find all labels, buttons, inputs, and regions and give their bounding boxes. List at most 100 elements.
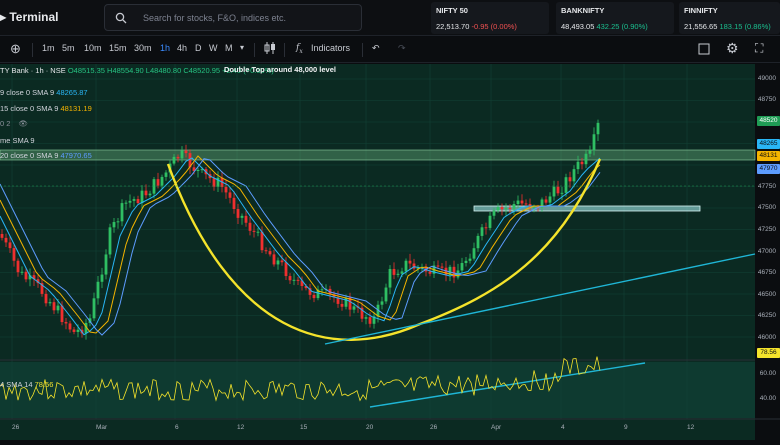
candle-body xyxy=(464,260,468,264)
time-axis-label: 12 xyxy=(687,424,695,431)
candle-body xyxy=(176,156,180,159)
candle-body xyxy=(404,260,408,272)
candle-body xyxy=(20,271,24,273)
legend-sma2: 15 close 0 SMA 9 48131.19 xyxy=(0,104,92,113)
candle-body xyxy=(8,242,12,249)
candle-body xyxy=(260,231,264,251)
layout-icon[interactable] xyxy=(698,43,710,57)
candle-body xyxy=(92,298,96,319)
candle-body xyxy=(52,302,56,311)
candle-body xyxy=(588,150,592,154)
candle-body xyxy=(128,200,132,203)
candle-body xyxy=(368,317,372,324)
candle-body xyxy=(132,199,136,201)
candle-body xyxy=(508,207,512,209)
interval-w[interactable]: W xyxy=(209,43,218,53)
candle-body xyxy=(596,122,600,135)
candle-body xyxy=(436,265,440,267)
candle-body xyxy=(72,329,76,332)
candle-body xyxy=(544,199,548,203)
candle-body xyxy=(60,305,64,323)
candle-body xyxy=(124,202,128,204)
interval-10m[interactable]: 10m xyxy=(84,43,102,53)
ticker-price: 21,556.65 xyxy=(684,22,718,31)
ticker-banknifty[interactable]: BANKNIFTY 48,493.05 432.25 (0.90%) xyxy=(556,2,674,34)
candle-body xyxy=(556,186,560,194)
ticker-finnifty[interactable]: FINNIFTY 21,556.65 183.15 (0.86%) xyxy=(679,2,780,34)
interval-d[interactable]: D xyxy=(195,43,202,53)
interval-4h[interactable]: 4h xyxy=(177,43,187,53)
add-symbol-icon[interactable]: ⊕ xyxy=(10,41,21,57)
candle-body xyxy=(224,186,228,193)
candle-body xyxy=(152,179,156,194)
fullscreen-icon[interactable]: ⛶ xyxy=(755,41,763,56)
candle-body xyxy=(496,207,500,211)
candle-body xyxy=(532,207,536,209)
search-input[interactable]: Search for stocks, F&O, indices etc. xyxy=(104,4,362,31)
interval-5m[interactable]: 5m xyxy=(62,43,75,53)
price-tag-sma2: 48131 xyxy=(757,151,780,161)
time-axis-label: 15 xyxy=(300,424,308,431)
legend-counter: 0 2 👁 xyxy=(0,119,29,128)
interval-m[interactable]: M xyxy=(225,43,233,53)
candle-body xyxy=(96,281,100,299)
ticker-change: 432.25 (0.90%) xyxy=(596,22,648,31)
fx-icon[interactable]: fx xyxy=(296,43,303,55)
indicators-button[interactable]: Indicators xyxy=(311,43,350,53)
legend-sma1: 9 close 0 SMA 9 48265.87 xyxy=(0,88,88,97)
undo-icon[interactable]: ↶ xyxy=(372,43,380,54)
candle-body xyxy=(288,276,292,281)
chevron-down-icon[interactable]: ▾ xyxy=(240,43,244,52)
price-axis-label: 47500 xyxy=(757,204,776,211)
gear-icon[interactable]: ⚙ xyxy=(726,40,739,57)
legend-volume: me SMA 9 xyxy=(0,136,35,145)
candle-body xyxy=(48,302,52,304)
time-axis-label: 6 xyxy=(175,424,179,431)
candle-body xyxy=(484,227,488,229)
candle-body xyxy=(172,156,176,164)
candle-body xyxy=(548,196,552,203)
ticker-nifty50[interactable]: NIFTY 50 22,513.70 -0.95 (0.00%) xyxy=(431,2,549,34)
redo-icon[interactable]: ↷ xyxy=(398,43,406,54)
candle-body xyxy=(244,215,248,223)
interval-15m[interactable]: 15m xyxy=(109,43,127,53)
interval-1h[interactable]: 1h xyxy=(160,43,170,53)
candle-body xyxy=(228,192,232,198)
candle-body xyxy=(184,150,188,154)
candle-body xyxy=(100,274,104,282)
app-title[interactable]: ▸ Terminal xyxy=(0,10,58,24)
candle-body xyxy=(524,203,528,205)
candle-body xyxy=(68,323,72,330)
candle-type-icon[interactable] xyxy=(264,41,276,57)
price-tag-last: 48520 xyxy=(757,116,780,126)
price-axis-label: 46250 xyxy=(757,312,776,319)
candle-body xyxy=(24,271,28,280)
candle-body xyxy=(112,222,116,228)
candle-body xyxy=(480,227,484,236)
candle-body xyxy=(272,254,276,265)
candle-body xyxy=(144,190,148,196)
candle-body xyxy=(344,297,348,307)
candle-body xyxy=(400,271,404,274)
candle-body xyxy=(236,209,240,218)
candle-body xyxy=(392,268,396,275)
candle-body xyxy=(248,222,252,231)
chart-canvas xyxy=(0,64,780,440)
candle-body xyxy=(56,305,60,311)
candle-body xyxy=(252,230,256,232)
price-chart[interactable] xyxy=(0,64,780,440)
candle-body xyxy=(364,317,368,319)
candle-body xyxy=(580,161,584,165)
price-axis-label: 47250 xyxy=(757,226,776,233)
eye-icon: 👁 xyxy=(18,119,29,128)
candle-body xyxy=(504,207,508,210)
candle-body xyxy=(148,193,152,196)
interval-1m[interactable]: 1m xyxy=(42,43,55,53)
price-axis-label: 47000 xyxy=(757,248,776,255)
candle-body xyxy=(568,177,572,182)
ticker-change: -0.95 (0.00%) xyxy=(471,22,517,31)
candle-body xyxy=(408,260,412,264)
candle-body xyxy=(468,258,472,261)
legend-sma3: 20 close 0 SMA 9 47970.65 xyxy=(0,151,92,160)
interval-30m[interactable]: 30m xyxy=(134,43,152,53)
